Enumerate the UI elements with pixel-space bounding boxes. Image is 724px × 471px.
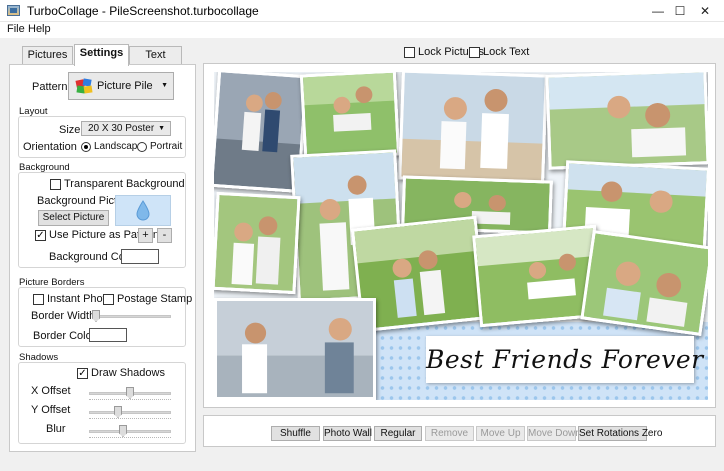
collage-photo[interactable] [398,72,548,185]
border-width-label: Border Width [31,310,96,322]
remove-button[interactable]: Remove [425,426,474,441]
menu-help[interactable]: Help [28,23,51,35]
blur-slider[interactable] [89,430,171,433]
caption-text[interactable]: Best Friends Forever [426,336,703,383]
menu-file[interactable]: File [7,23,25,35]
collage-photo[interactable] [299,72,401,161]
move-up-button[interactable]: Move Up [476,426,525,441]
photo-wall-button[interactable]: Photo Wall [323,426,372,441]
pattern-plus-button[interactable]: + [138,228,153,243]
layout-group: Size 20 X 30 Poster ▼ Orientation Landsc… [18,116,186,158]
orientation-label: Orientation [23,141,77,153]
water-drop-icon [136,200,150,221]
transparent-background-checkbox[interactable] [50,179,61,190]
portrait-radio[interactable] [137,142,147,152]
blur-ticks [89,437,171,439]
y-offset-thumb[interactable] [114,406,122,418]
menu-bar: File Help [0,22,724,38]
borders-group: Instant Photo Postage Stamp Border Width… [18,287,192,347]
instant-photo-checkbox[interactable] [33,294,44,305]
portrait-label: Portrait [150,141,183,152]
use-picture-as-pattern-checkbox[interactable]: ✓ [35,230,46,241]
transparent-background-label: Transparent Background [64,178,185,190]
background-group: Transparent Background Background Pictur… [18,172,186,268]
set-rotations-zero-button[interactable]: Set Rotations Zero [578,426,662,441]
y-offset-ticks [89,418,171,420]
lock-text-checkbox[interactable] [469,47,480,58]
blur-thumb[interactable] [119,425,127,437]
background-color-swatch[interactable] [121,249,159,264]
border-color-label: Border Color [33,330,96,342]
x-offset-thumb[interactable] [126,387,134,399]
pattern-label: Pattern [32,81,68,93]
window-title: TurboCollage - PileScreenshot.turbocolla… [27,4,259,18]
pattern-minus-button[interactable]: - [157,228,172,243]
collage-canvas[interactable]: Best Friends Forever [214,72,708,400]
tab-settings[interactable]: Settings [74,44,129,66]
chevron-down-icon: ▼ [158,125,165,132]
shuffle-button[interactable]: Shuffle [271,426,320,441]
size-dropdown[interactable]: 20 X 30 Poster ▼ [81,121,171,136]
y-offset-slider[interactable] [89,411,171,414]
postage-stamp-checkbox[interactable] [103,294,114,305]
background-picture-preview [115,195,171,226]
size-label: Size [59,124,81,136]
blur-label: Blur [46,423,66,435]
app-icon [7,5,20,16]
border-color-swatch[interactable] [89,328,127,342]
collage-photo[interactable] [580,229,708,337]
landscape-radio[interactable] [81,142,91,152]
regular-button[interactable]: Regular [374,426,422,441]
shadows-group: ✓ Draw Shadows X Offset Y Offset Blur [18,362,186,444]
x-offset-label: X Offset [31,385,71,397]
landscape-label: Landscape [94,141,143,152]
collage-photo[interactable] [214,298,376,400]
collage-photo[interactable] [214,191,301,295]
lock-pictures-checkbox[interactable] [404,47,415,58]
picture-pile-icon [75,78,93,94]
y-offset-label: Y Offset [31,404,71,416]
draw-shadows-label: Draw Shadows [91,367,165,379]
collage-photo[interactable] [545,72,708,170]
pattern-value: Picture Pile [97,80,153,92]
chevron-down-icon: ▼ [161,82,168,89]
size-value: 20 X 30 Poster [88,123,155,134]
postage-stamp-label: Postage Stamp [117,293,193,305]
close-button[interactable]: ✕ [685,0,724,22]
lock-text-label: Lock Text [483,46,530,58]
tab-text[interactable]: Text [129,46,182,65]
x-offset-ticks [89,399,171,401]
move-down-button[interactable]: Move Down [527,426,581,441]
select-picture-button[interactable]: Select Picture [38,210,109,226]
pattern-dropdown[interactable]: Picture Pile ▼ [68,72,174,100]
settings-panel: Pattern Picture Pile ▼ Layout Size 20 X … [9,64,196,452]
border-width-slider[interactable] [93,315,171,318]
draw-shadows-checkbox[interactable]: ✓ [77,368,88,379]
title-bar: TurboCollage - PileScreenshot.turbocolla… [0,0,724,22]
tab-pictures[interactable]: Pictures [22,46,73,65]
